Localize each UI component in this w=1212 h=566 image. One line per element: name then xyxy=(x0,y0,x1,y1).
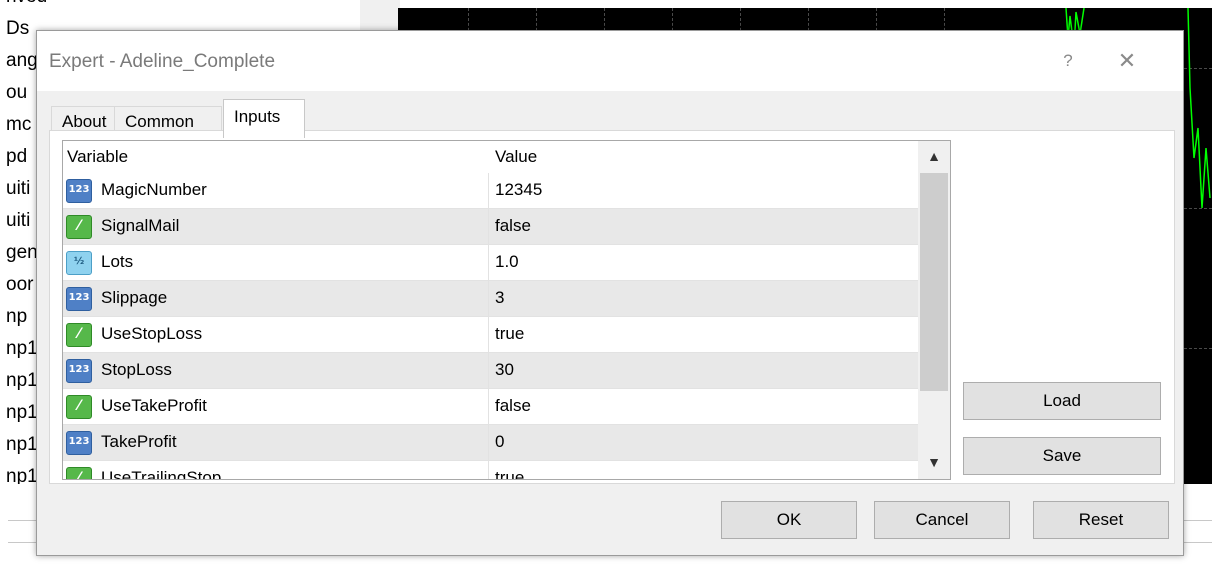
column-divider xyxy=(488,245,489,280)
dialog-title: Expert - Adeline_Complete xyxy=(49,51,276,72)
variable-name: UseStopLoss xyxy=(101,324,203,343)
column-divider xyxy=(488,425,489,460)
dialog-body: About Common Inputs Variable Value 123 Ma… xyxy=(37,91,1183,555)
column-divider xyxy=(488,281,489,316)
navigator-item[interactable]: np1 xyxy=(6,370,38,392)
table-row[interactable]: 123 MagicNumber 12345 xyxy=(63,173,918,209)
table-row[interactable]: ⁄ UseStopLoss true xyxy=(63,317,918,353)
navigator-item[interactable]: Ds xyxy=(6,18,29,40)
table-row[interactable]: 123 Slippage 3 xyxy=(63,281,918,317)
table-row[interactable]: 123 StopLoss 30 xyxy=(63,353,918,389)
column-header-variable[interactable]: Variable xyxy=(67,147,128,167)
grid-rows: 123 MagicNumber 12345 ⁄ SignalMail false ½ Lots… xyxy=(63,173,918,480)
grid-header: Variable Value xyxy=(63,141,918,173)
navigator-item[interactable]: np1 xyxy=(6,402,38,424)
table-row[interactable]: 123 TakeProfit 0 xyxy=(63,425,918,461)
table-row[interactable]: ⁄ UseTrailingStop true xyxy=(63,461,918,480)
cancel-button[interactable]: Cancel xyxy=(874,501,1010,539)
variable-name: SignalMail xyxy=(101,216,180,235)
bool-icon: ⁄ xyxy=(66,467,92,479)
navigator-item[interactable]: ang xyxy=(6,50,38,72)
navigator-item[interactable]: gen xyxy=(6,242,38,264)
variable-value[interactable]: 0 xyxy=(495,432,504,452)
int-icon: 123 xyxy=(66,179,92,203)
variable-value[interactable]: false xyxy=(495,216,531,236)
load-button[interactable]: Load xyxy=(963,382,1161,420)
double-icon: ½ xyxy=(66,251,92,275)
navigator-item[interactable]: mc xyxy=(6,114,31,136)
variable-value[interactable]: true xyxy=(495,324,524,344)
int-icon: 123 xyxy=(66,287,92,311)
scroll-down-icon[interactable]: ▼ xyxy=(918,447,950,477)
variable-name: UseTrailingStop xyxy=(101,468,222,480)
column-divider xyxy=(488,461,489,479)
help-button[interactable]: ? xyxy=(1053,47,1083,75)
table-row[interactable]: ⁄ UseTakeProfit false xyxy=(63,389,918,425)
variable-name: Lots xyxy=(101,252,134,271)
scroll-up-icon[interactable]: ▲ xyxy=(918,141,950,171)
variable-value[interactable]: false xyxy=(495,396,531,416)
variable-value[interactable]: 1.0 xyxy=(495,252,519,272)
bool-icon: ⁄ xyxy=(66,323,92,347)
bool-icon: ⁄ xyxy=(66,215,92,239)
variable-name: UseTakeProfit xyxy=(101,396,207,415)
navigator-item[interactable]: np1 xyxy=(6,434,38,456)
expert-properties-dialog: Expert - Adeline_Complete ? ✕ About Comm… xyxy=(36,30,1184,556)
navigator-item[interactable]: uiti xyxy=(6,210,30,232)
column-header-value[interactable]: Value xyxy=(495,147,537,167)
column-divider xyxy=(488,173,489,208)
tab-inputs[interactable]: Inputs xyxy=(223,99,305,138)
variable-value[interactable]: 3 xyxy=(495,288,504,308)
navigator-item[interactable]: np xyxy=(6,306,27,328)
variable-value[interactable]: 30 xyxy=(495,360,514,380)
bool-icon: ⁄ xyxy=(66,395,92,419)
column-divider xyxy=(488,317,489,352)
navigator-item[interactable]: np1 xyxy=(6,338,38,360)
variable-name: StopLoss xyxy=(101,360,172,379)
variable-name: Slippage xyxy=(101,288,168,307)
reset-button[interactable]: Reset xyxy=(1033,501,1169,539)
ok-button[interactable]: OK xyxy=(721,501,857,539)
navigator-item[interactable]: rived xyxy=(6,0,47,8)
column-divider xyxy=(488,353,489,388)
column-divider xyxy=(488,209,489,244)
navigator-item[interactable]: pd xyxy=(6,146,27,168)
table-row[interactable]: ½ Lots 1.0 xyxy=(63,245,918,281)
dialog-titlebar: Expert - Adeline_Complete ? ✕ xyxy=(37,31,1183,91)
int-icon: 123 xyxy=(66,359,92,383)
save-button[interactable]: Save xyxy=(963,437,1161,475)
variable-name: MagicNumber xyxy=(101,180,207,199)
close-button[interactable]: ✕ xyxy=(1109,47,1145,75)
navigator-item[interactable]: uiti xyxy=(6,178,30,200)
inputs-grid: Variable Value 123 MagicNumber 12345 ⁄ Signa… xyxy=(62,140,951,480)
navigator-item[interactable]: oor xyxy=(6,274,33,296)
table-row[interactable]: ⁄ SignalMail false xyxy=(63,209,918,245)
variable-name: TakeProfit xyxy=(101,432,177,451)
navigator-item[interactable]: ou xyxy=(6,82,27,104)
int-icon: 123 xyxy=(66,431,92,455)
inputs-panel: Variable Value 123 MagicNumber 12345 ⁄ Signa… xyxy=(49,130,1175,484)
column-divider xyxy=(488,389,489,424)
variable-value[interactable]: true xyxy=(495,468,524,479)
variable-value[interactable]: 12345 xyxy=(495,180,542,200)
scroll-thumb[interactable] xyxy=(920,173,948,391)
vertical-scrollbar[interactable]: ▲ ▼ xyxy=(918,141,950,479)
